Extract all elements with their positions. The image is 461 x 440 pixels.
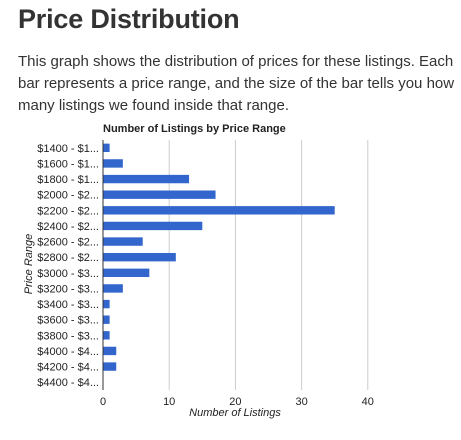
bar [103, 362, 117, 371]
bar [103, 315, 110, 324]
x-axis-title: Number of Listings [189, 407, 281, 419]
y-tick-label: $3000 - $3... [37, 268, 99, 280]
y-tick-label: $1800 - $1... [37, 174, 99, 186]
y-axis-title: Price Range [23, 234, 35, 295]
y-tick-label: $3800 - $3... [37, 330, 99, 342]
price-distribution-chart: $1400 - $1... $1600 - $1... $1800 - $1... $… [23, 123, 374, 419]
bar [103, 237, 143, 246]
y-tick-label: $2000 - $2... [37, 190, 99, 202]
x-tick-label: 30 [295, 396, 307, 408]
y-tick-label: $2200 - $2... [37, 205, 99, 217]
y-tick-label: $2400 - $2... [37, 221, 99, 233]
y-tick-label: $3200 - $3... [37, 283, 99, 295]
bar [103, 252, 176, 262]
y-tick-label: $3400 - $3... [37, 299, 99, 311]
y-tick-label: $2800 - $2... [37, 252, 99, 264]
y-tick-label: $3600 - $3... [37, 315, 99, 327]
bar [103, 143, 110, 153]
y-tick-label: $2600 - $2... [37, 237, 99, 249]
x-tick-label: 0 [100, 396, 106, 408]
y-tick-label: $4200 - $4... [37, 362, 99, 374]
bar [103, 299, 110, 309]
bar [103, 268, 150, 278]
bar [103, 346, 117, 356]
x-tick-label: 10 [163, 396, 175, 408]
y-tick-label: $1400 - $1... [37, 143, 99, 155]
y-tick-label: $4000 - $4... [37, 346, 99, 358]
bar [103, 221, 203, 231]
bar [103, 174, 190, 184]
y-tick-label: $4400 - $4... [37, 377, 99, 389]
chart-gridlines [168, 140, 369, 390]
bar [103, 284, 123, 293]
y-tick-label: $1600 - $1... [37, 158, 99, 170]
y-axis-tick-labels: $1400 - $1... $1600 - $1... $1800 - $1... $… [37, 143, 99, 389]
bar [103, 190, 216, 199]
chart-bars [103, 143, 335, 371]
chart-title: Number of Listings by Price Range [103, 123, 286, 135]
bar [103, 159, 123, 168]
bar [103, 206, 335, 215]
bar [103, 331, 110, 340]
x-tick-label: 40 [362, 396, 374, 408]
